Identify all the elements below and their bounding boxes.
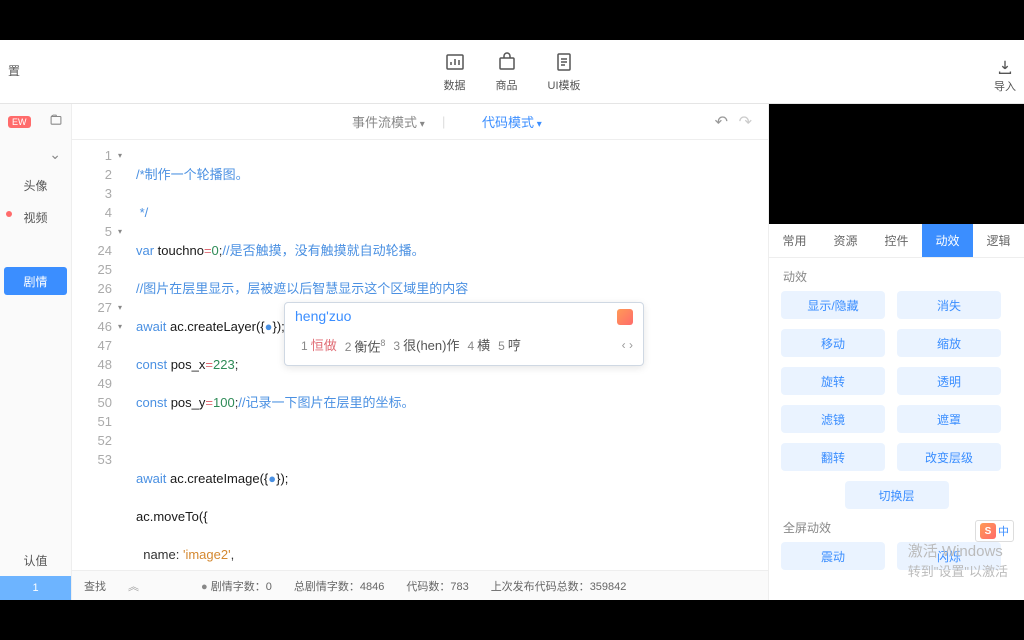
code-editor[interactable]: 12345242526274647484950515253 /*制作一个轮播图。…	[72, 140, 768, 600]
document-icon	[553, 51, 575, 73]
ime-candidate[interactable]: 3很(hen)作	[387, 336, 459, 356]
ime-composition: heng'zuo	[295, 307, 351, 326]
collapse-icon[interactable]: ︽	[128, 578, 139, 594]
bag-icon	[496, 51, 518, 73]
tab-3[interactable]: 动效	[922, 224, 973, 257]
chevron-down-icon[interactable]: ⌄	[0, 140, 71, 169]
ime-candidate[interactable]: 4横	[461, 336, 490, 356]
chip[interactable]: 透明	[897, 367, 1001, 395]
chip[interactable]: 显示/隐藏	[781, 291, 885, 319]
chip[interactable]: 滤镜	[781, 405, 885, 433]
ime-candidate[interactable]: 5哼	[492, 336, 521, 356]
chip[interactable]: 震动	[781, 542, 885, 570]
sidebar-item-avatar[interactable]: 头像	[0, 169, 71, 201]
toolbar-goods[interactable]: 商品	[496, 51, 518, 93]
ime-candidate[interactable]: 2衡佐8	[339, 334, 386, 357]
sogou-icon	[617, 309, 633, 325]
toolbar-import[interactable]: 导入	[994, 58, 1016, 94]
mode-code[interactable]: 代码模式	[482, 112, 542, 131]
sidebar-item-video[interactable]: 视频	[0, 201, 71, 233]
chip[interactable]: 翻转	[781, 443, 885, 471]
mode-event[interactable]: 事件流模式	[352, 112, 425, 131]
find-label[interactable]: 查找	[84, 578, 106, 594]
ime-pager[interactable]: ‹ ›	[622, 336, 633, 355]
new-badge: EW	[8, 116, 31, 128]
chip[interactable]: 遮罩	[897, 405, 1001, 433]
chip[interactable]: 改变层级	[897, 443, 1001, 471]
ime-popup[interactable]: heng'zuo 1恒做2衡佐83很(hen)作4横5哼 ‹ ›	[284, 302, 644, 366]
section-effects: 动效	[769, 258, 1024, 291]
sidebar-bottom[interactable]: 1	[0, 576, 71, 600]
tab-1[interactable]: 资源	[820, 224, 871, 257]
undo-icon[interactable]: ↶	[715, 112, 728, 132]
chip-switch-layer[interactable]: 切换层	[845, 481, 949, 509]
sogou-logo-icon: S	[980, 523, 996, 539]
toolbar-template[interactable]: UI模板	[548, 51, 581, 93]
chip[interactable]: 缩放	[897, 329, 1001, 357]
sidebar-default-value: 认值	[0, 544, 71, 576]
file-icon[interactable]	[49, 113, 63, 132]
chip[interactable]: 消失	[897, 291, 1001, 319]
chip[interactable]: 旋转	[781, 367, 885, 395]
windows-watermark: 激活 Windows 转到"设置"以激活	[908, 540, 1008, 580]
toolbar-data[interactable]: 数据	[444, 51, 466, 93]
sogou-indicator[interactable]: S 中	[975, 520, 1014, 542]
chip[interactable]: 移动	[781, 329, 885, 357]
sidebar: EW ⌄ 头像 视频 剧情 认值 1	[0, 104, 72, 600]
ime-candidate[interactable]: 1恒做	[295, 336, 337, 356]
sidebar-item-story[interactable]: 剧情	[4, 267, 67, 295]
tab-4[interactable]: 逻辑	[973, 224, 1024, 257]
tab-2[interactable]: 控件	[871, 224, 922, 257]
tab-0[interactable]: 常用	[769, 224, 820, 257]
redo-icon[interactable]: ↷	[739, 112, 752, 132]
preview-panel	[769, 104, 1024, 224]
bar-chart-icon	[444, 51, 466, 73]
toolbar-left-trunc: 置	[8, 62, 20, 79]
status-bar: 查找 ︽ ● 剧情字数：0 总剧情字数：4846 代码数：783 上次发布代码总…	[72, 570, 768, 600]
